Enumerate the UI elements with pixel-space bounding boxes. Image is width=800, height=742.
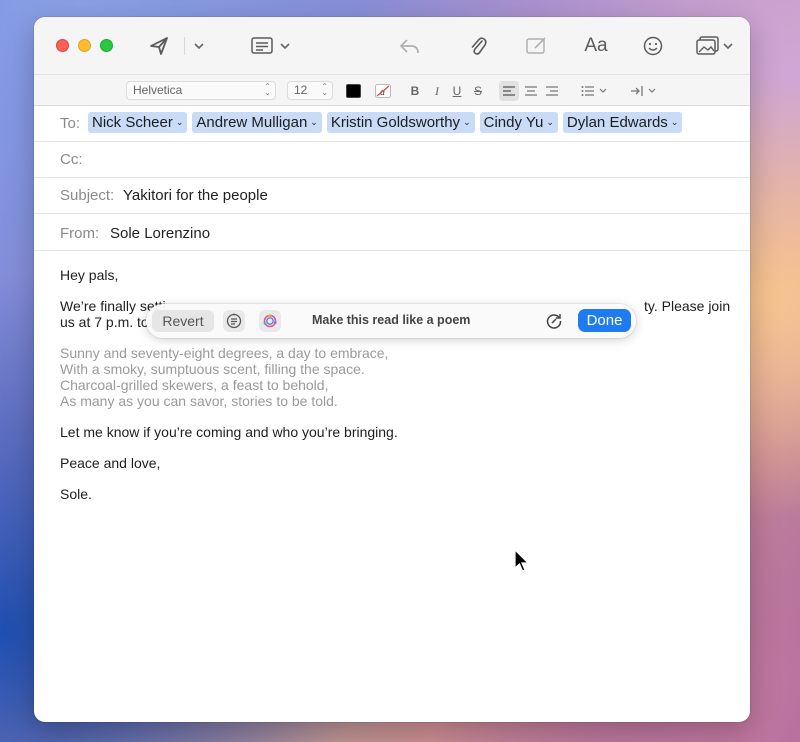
align-right-icon (546, 86, 558, 96)
send-button[interactable] (147, 34, 171, 58)
recipient-chip[interactable]: Dylan Edwards ⌄ (562, 112, 683, 133)
list-window-icon (251, 37, 273, 54)
font-size-select[interactable]: 12 ⌃ ⌄ (287, 81, 333, 100)
italic-button[interactable]: I (430, 82, 444, 100)
toolbar-divider (184, 37, 185, 55)
font-size-value: 12 (294, 83, 308, 97)
format-button[interactable]: Aa (582, 34, 610, 58)
rewrite-again-button[interactable] (543, 310, 565, 332)
recipient-name: Kristin Goldsworthy (330, 114, 461, 131)
chevron-down-icon (599, 88, 607, 93)
align-center-icon (525, 86, 537, 96)
underline-button[interactable]: U (450, 82, 464, 100)
chevron-down-icon: ⌄ (463, 117, 471, 127)
from-field[interactable]: From: Sole Lorenzino (34, 214, 750, 251)
poem-line: Charcoal-grilled skewers, a feast to beh… (60, 377, 329, 393)
summary-button[interactable] (223, 310, 245, 332)
stepper-icon: ⌃ ⌄ (321, 82, 328, 97)
align-center-button[interactable] (523, 82, 539, 100)
align-right-button[interactable] (544, 82, 560, 100)
recipient-name: Nick Scheer (92, 114, 173, 131)
text-color-swatch[interactable] (346, 84, 361, 98)
reply-arrow-icon (400, 39, 419, 54)
bulleted-list-icon (581, 86, 594, 96)
revert-button[interactable]: Revert (152, 310, 214, 332)
paperclip-icon (471, 37, 487, 55)
body-line-1-end: ty. Please join (644, 298, 731, 314)
cc-label: Cc: (60, 151, 83, 168)
from-value: Sole Lorenzino (110, 225, 211, 242)
subject-value: Yakitori for the people (123, 187, 268, 204)
list-button[interactable] (580, 82, 608, 100)
stepper-icon: ⌃ ⌄ (264, 82, 271, 97)
rsvp-text: Let me know if you’re coming and who you… (60, 424, 398, 440)
zoom-button[interactable] (100, 39, 113, 52)
recipient-list: Nick Scheer ⌄ Andrew Mulligan ⌄ Kristin Go… (88, 112, 683, 133)
strikethrough-button[interactable]: S (471, 82, 485, 100)
recipient-name: Cindy Yu (483, 114, 544, 131)
recipient-chip[interactable]: Cindy Yu ⌄ (479, 112, 558, 133)
header-fields-button[interactable] (250, 34, 292, 58)
apple-intelligence-icon (263, 314, 277, 328)
poem-line: Sunny and seventy-eight degrees, a day t… (60, 345, 389, 361)
signature-text: Sole. (60, 486, 92, 502)
recipient-chip[interactable]: Kristin Goldsworthy ⌄ (326, 112, 475, 133)
send-options-button[interactable] (191, 34, 207, 58)
font-select[interactable]: Helvetica ⌃ ⌄ (126, 81, 276, 100)
chevron-down-icon (280, 43, 290, 50)
poem-line: With a smoky, sumptuous scent, filling t… (60, 361, 365, 377)
rewrite-icon (546, 314, 562, 329)
chevron-down-icon (648, 88, 656, 93)
recipient-chip[interactable]: Nick Scheer ⌄ (88, 112, 188, 133)
attach-button[interactable] (466, 34, 490, 58)
align-left-button[interactable] (501, 82, 517, 100)
indent-button[interactable] (628, 82, 658, 100)
align-left-icon (503, 86, 515, 96)
subject-label: Subject: (60, 187, 115, 204)
emoji-button[interactable] (642, 34, 664, 58)
chevron-down-icon (722, 43, 733, 50)
done-button[interactable]: Done (578, 309, 631, 332)
chevron-down-icon (194, 43, 204, 50)
font-select-value: Helvetica (133, 83, 183, 97)
reply-button[interactable] (396, 34, 422, 58)
from-label: From: (60, 225, 100, 242)
poem-line: As many as you can savor, stories to be … (60, 393, 338, 409)
chevron-down-icon: ⌄ (175, 117, 184, 127)
subject-field[interactable]: Subject: Yakitori for the people (34, 178, 750, 214)
toolbar: Aa (34, 17, 750, 74)
recipient-name: Andrew Mulligan (196, 114, 308, 131)
highlight-color-icon: a (375, 84, 391, 98)
markup-button[interactable] (524, 34, 550, 58)
summary-icon (226, 313, 242, 329)
bold-button[interactable]: B (408, 82, 422, 100)
chevron-down-icon: ⌄ (310, 117, 318, 127)
mouse-pointer-icon (514, 549, 530, 572)
cc-field[interactable]: Cc: (34, 142, 750, 178)
format-bar: Helvetica ⌃ ⌄ 12 ⌃ ⌄ a B I U S (34, 74, 750, 106)
greeting-text: Hey pals, (60, 267, 119, 283)
writing-tools-bar: Revert Make this read like a poem Done (146, 304, 636, 338)
indent-icon (631, 86, 643, 96)
signoff-text: Peace and love, (60, 455, 161, 471)
chevron-down-icon: ⌄ (670, 117, 679, 127)
writing-tools-button[interactable] (259, 310, 281, 332)
rewrite-prompt-text: Make this read like a poem (312, 313, 471, 327)
recipient-name: Dylan Edwards (566, 114, 668, 131)
chevron-down-icon: ⌄ (546, 117, 554, 127)
markup-icon (526, 37, 546, 54)
photo-browser-button[interactable] (694, 34, 734, 58)
smiley-icon (643, 36, 663, 56)
minimize-button[interactable] (78, 39, 91, 52)
to-label: To: (60, 115, 81, 132)
paper-plane-icon (150, 37, 168, 55)
body-line-2-start: us at 7 p.m. tor (60, 314, 154, 330)
recipient-chip[interactable]: Andrew Mulligan ⌄ (192, 112, 322, 133)
close-button[interactable] (56, 39, 69, 52)
photo-browser-icon (695, 36, 719, 55)
to-field[interactable]: To: Nick Scheer ⌄ Andrew Mulligan ⌄ Kristi… (34, 106, 750, 142)
mail-compose-window: Aa Helvetica ⌃ ⌄ 12 ⌃ ⌄ a B I U S To: Ni… (34, 17, 750, 722)
background-color-button[interactable]: a (374, 82, 392, 100)
